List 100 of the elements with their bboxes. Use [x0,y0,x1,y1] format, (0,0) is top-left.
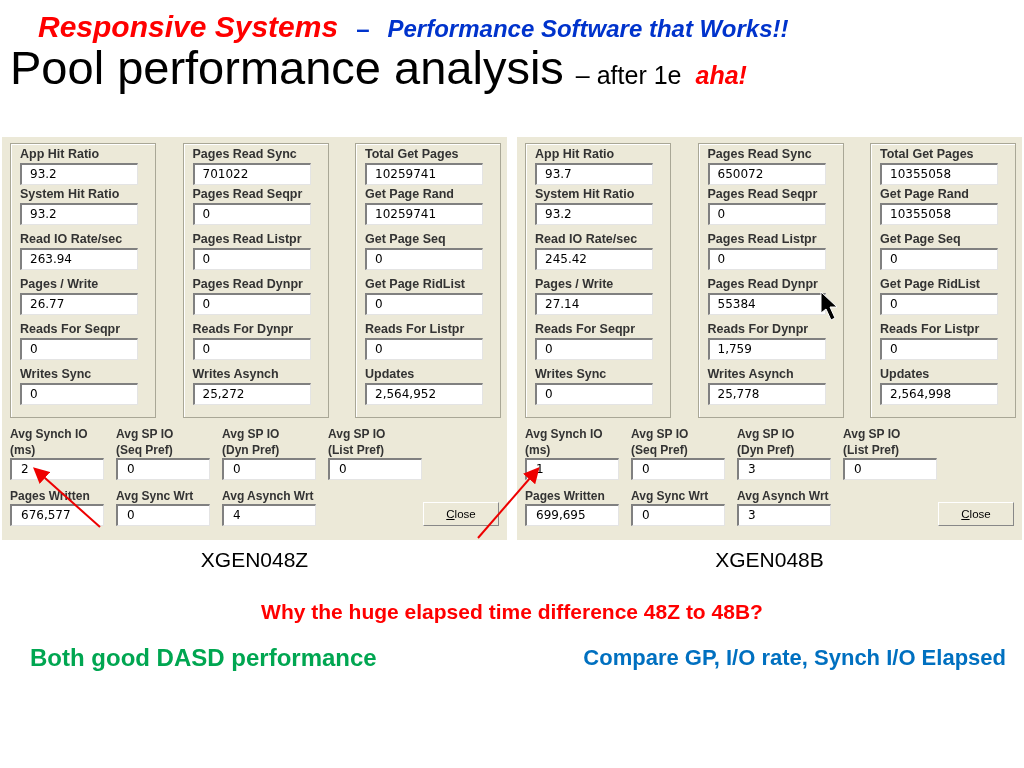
field-label: Avg Sync Wrt [631,488,710,504]
value-field[interactable]: 25,272 [192,383,311,405]
field-label: Writes Sync [20,366,93,383]
value-field[interactable]: 26.77 [20,293,138,315]
field-label: Avg Synch IO (ms) [10,426,89,458]
mouse-cursor-icon [820,291,838,321]
value-field[interactable]: 2 [10,458,104,480]
field-label: Reads For Dynpr [707,321,810,338]
value-field[interactable]: 27.14 [535,293,653,315]
close-button[interactable]: Close [423,502,499,526]
value-field[interactable]: 25,778 [707,383,826,405]
field-label: Reads For Listpr [880,321,981,338]
brand-title: Responsive Systems [38,10,339,44]
value-field[interactable]: 0 [192,203,311,225]
field-label: Avg SP IO (Dyn Pref) [222,426,281,458]
field-label: Pages Read Sync [707,146,813,163]
field-label: Read IO Rate/sec [20,231,124,248]
value-field[interactable]: 650072 [707,163,826,185]
field-label: System Hit Ratio [535,186,636,203]
field-label: Pages Read Seqpr [192,186,304,203]
field-label: Avg SP IO (List Pref) [328,426,387,458]
field-label: App Hit Ratio [535,146,616,163]
value-field[interactable]: 0 [365,248,483,270]
field-label: Pages Read Dynpr [707,276,819,293]
value-field[interactable]: 0 [535,338,653,360]
value-field[interactable]: 3 [737,458,831,480]
field-label: Total Get Pages [365,146,460,163]
field-label: Get Page Rand [365,186,455,203]
value-field[interactable]: 0 [631,504,725,526]
value-field[interactable]: 0 [328,458,422,480]
value-field[interactable]: 0 [192,248,311,270]
field-label: Pages Read Listpr [192,231,303,248]
value-field[interactable]: 0 [192,338,311,360]
value-field[interactable]: 4 [222,504,316,526]
value-field[interactable]: 0 [880,293,998,315]
value-field[interactable]: 699,695 [525,504,619,526]
value-field[interactable]: 93.2 [20,203,138,225]
field-label: Updates [365,366,416,383]
value-field[interactable]: 676,577 [10,504,104,526]
field-label: Pages Written [525,488,606,504]
field-label: App Hit Ratio [20,146,101,163]
value-field[interactable]: 1,759 [707,338,826,360]
value-field[interactable]: 10259741 [365,163,483,185]
value-field[interactable]: 1 [525,458,619,480]
field-label: Reads For Seqpr [535,321,637,338]
field-label: Get Page Seq [880,231,962,248]
value-field[interactable]: 0 [365,338,483,360]
value-field[interactable]: 0 [843,458,937,480]
value-field[interactable]: 0 [116,458,210,480]
value-field[interactable]: 0 [116,504,210,526]
value-field[interactable]: 2,564,952 [365,383,483,405]
value-field[interactable]: 93.2 [20,163,138,185]
field-label: Pages / Write [535,276,615,293]
field-label: Pages Read Seqpr [707,186,819,203]
value-field[interactable]: 0 [222,458,316,480]
value-field[interactable]: 0 [707,248,826,270]
value-field[interactable]: 93.7 [535,163,653,185]
title-suffix: – after 1e [575,61,682,90]
field-label: Writes Asynch [192,366,280,383]
panel-caption: XGEN048B [715,548,824,572]
value-field[interactable]: 0 [880,338,998,360]
value-field[interactable]: 0 [365,293,483,315]
value-field[interactable]: 0 [20,383,138,405]
value-field[interactable]: 0 [631,458,725,480]
field-label: System Hit Ratio [20,186,121,203]
note-text: Compare GP, I/O rate, Synch I/O Elapsed [583,645,1006,671]
field-label: Updates [880,366,931,383]
note-text: Both good DASD performance [30,644,377,672]
value-field[interactable]: 245.42 [535,248,653,270]
value-field[interactable]: 93.2 [535,203,653,225]
value-field[interactable]: 0 [192,293,311,315]
value-field[interactable]: 10259741 [365,203,483,225]
value-field[interactable]: 55384 [707,293,826,315]
field-label: Reads For Dynpr [192,321,295,338]
value-field[interactable]: 701022 [192,163,311,185]
field-label: Read IO Rate/sec [535,231,639,248]
dash: – [356,15,370,43]
field-label: Total Get Pages [880,146,975,163]
value-field[interactable]: 10355058 [880,203,998,225]
value-field[interactable]: 3 [737,504,831,526]
value-field[interactable]: 0 [707,203,826,225]
field-label: Avg SP IO (Dyn Pref) [737,426,796,458]
field-label: Get Page RidList [365,276,467,293]
field-label: Avg Sync Wrt [116,488,195,504]
value-field[interactable]: 0 [880,248,998,270]
value-field[interactable]: 10355058 [880,163,998,185]
value-field[interactable]: 0 [535,383,653,405]
field-label: Avg Asynch Wrt [737,488,830,504]
field-label: Pages Read Dynpr [192,276,304,293]
field-label: Avg SP IO (List Pref) [843,426,902,458]
value-field[interactable]: 263.94 [20,248,138,270]
field-label: Avg SP IO (Seq Pref) [116,426,175,458]
question-text: Why the huge elapsed time difference 48Z to 48B? [261,600,763,624]
field-label: Reads For Seqpr [20,321,122,338]
value-field[interactable]: 2,564,998 [880,383,998,405]
value-field[interactable]: 0 [20,338,138,360]
field-label: Pages Read Sync [192,146,298,163]
field-label: Get Page Seq [365,231,447,248]
close-button[interactable]: Close [938,502,1014,526]
field-label: Writes Sync [535,366,608,383]
